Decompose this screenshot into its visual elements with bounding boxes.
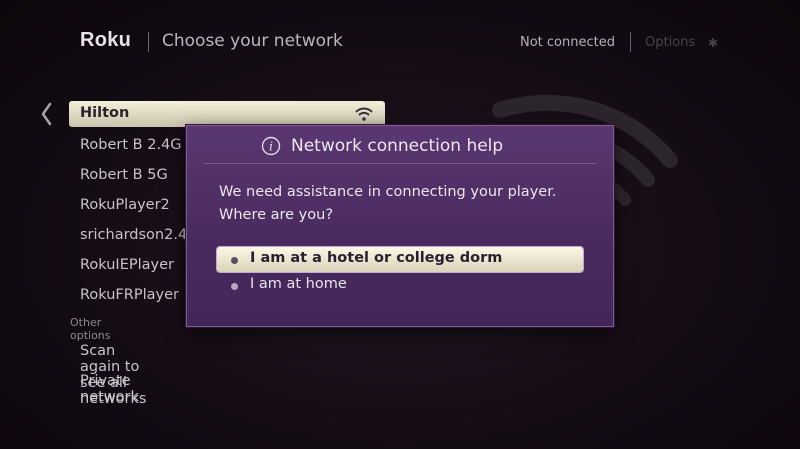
dialog-title: Network connection help: [291, 136, 504, 156]
wifi-icon: [355, 107, 373, 121]
connection-status: Not connected: [520, 35, 615, 50]
network-help-dialog: i Network connection help We need assist…: [186, 125, 614, 327]
private-network-option[interactable]: Private network: [80, 373, 139, 405]
back-arrow-icon[interactable]: [36, 99, 58, 129]
asterisk-icon: ✱: [708, 36, 719, 50]
options-button[interactable]: Options: [645, 35, 695, 50]
network-item[interactable]: RokuFRPlayer: [80, 287, 179, 303]
network-item[interactable]: Robert B 5G: [80, 167, 168, 183]
network-item[interactable]: Robert B 2.4G: [80, 137, 182, 153]
network-name: Hilton: [80, 105, 130, 121]
dialog-header: i Network connection help: [187, 136, 613, 160]
network-item[interactable]: RokuPlayer2: [80, 197, 170, 213]
hotel-dorm-choice[interactable]: I am at a hotel or college dorm: [217, 247, 583, 272]
dialog-separator: [203, 163, 597, 164]
bullet-icon: [231, 257, 238, 264]
info-icon: i: [261, 136, 281, 156]
other-options-label: Other options: [70, 316, 111, 342]
network-item[interactable]: srichardson2.4: [80, 227, 187, 243]
svg-text:i: i: [269, 140, 273, 154]
home-choice[interactable]: I am at home: [217, 273, 583, 298]
network-item[interactable]: RokuIEPlayer: [80, 257, 174, 273]
page-title: Choose your network: [162, 31, 343, 51]
choice-label: I am at home: [250, 276, 347, 292]
dialog-message: We need assistance in connecting your pl…: [219, 184, 557, 223]
bullet-icon: [231, 283, 238, 290]
header-divider: [148, 32, 149, 52]
roku-logo: Roku: [80, 29, 132, 51]
choice-label: I am at a hotel or college dorm: [250, 250, 503, 266]
header-divider: [630, 32, 631, 52]
network-item-selected[interactable]: Hilton: [69, 101, 385, 127]
